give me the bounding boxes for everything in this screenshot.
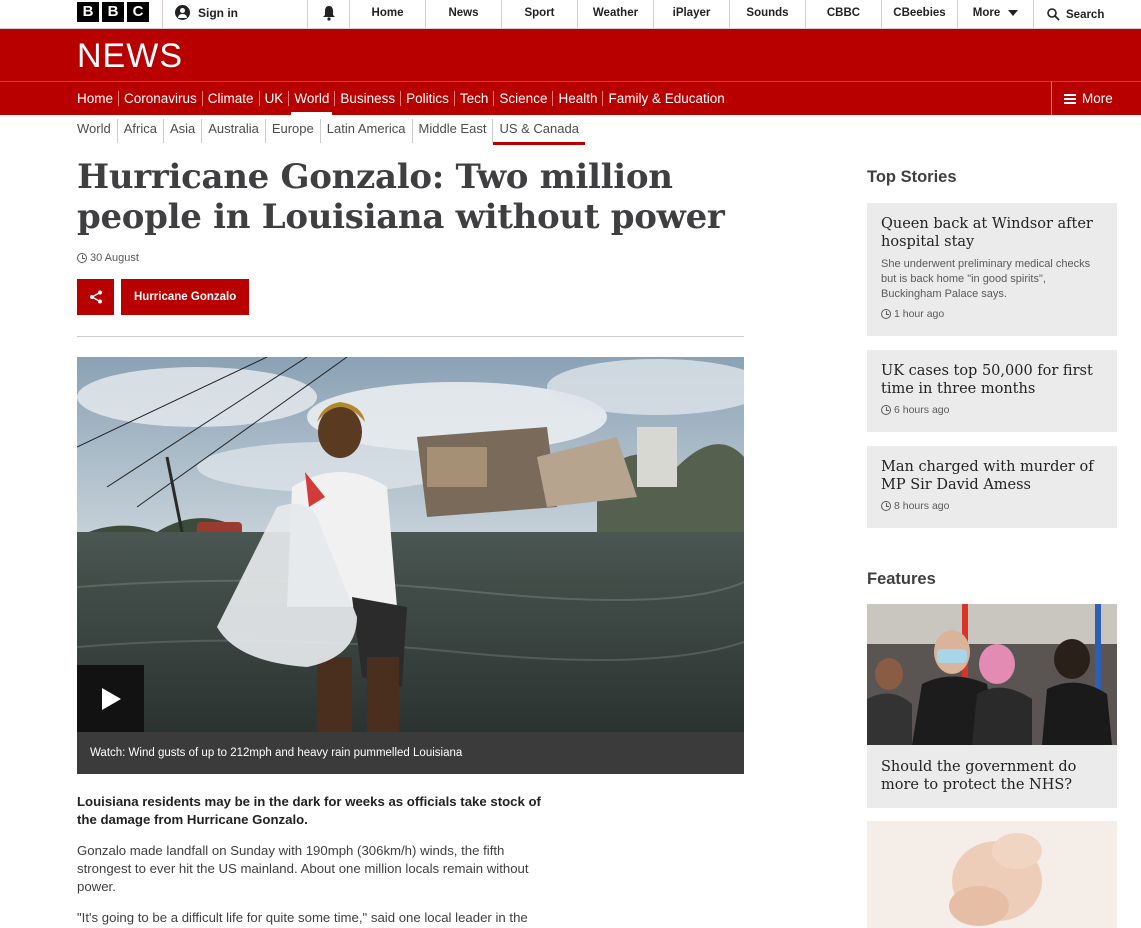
clock-icon <box>881 309 891 319</box>
mainnav-science[interactable]: Science <box>493 91 552 106</box>
mainnav-uk[interactable]: UK <box>258 91 289 106</box>
feature-image <box>867 604 1117 745</box>
subnav-asia[interactable]: Asia <box>162 119 201 143</box>
topnav-cbeebies[interactable]: CBeebies <box>882 0 957 29</box>
story-timestamp: 6 hours ago <box>881 404 1103 416</box>
story-title[interactable]: Queen back at Windsor after hospital sta… <box>881 215 1103 251</box>
bbc-logo-letter: B <box>102 2 124 22</box>
top-story-card[interactable]: UK cases top 50,000 for first time in th… <box>867 350 1117 432</box>
video-thumbnail-image <box>77 357 744 732</box>
topnav-news[interactable]: News <box>426 0 501 29</box>
article-intro: Louisiana residents may be in the dark f… <box>77 794 541 827</box>
subnav-middle-east[interactable]: Middle East <box>411 119 493 143</box>
video-caption: Watch: Wind gusts of up to 212mph and he… <box>77 732 744 774</box>
mainnav-tech[interactable]: Tech <box>453 91 494 106</box>
subnav-world[interactable]: World <box>77 119 117 143</box>
signin-link[interactable]: Sign in <box>175 5 238 20</box>
subnav-australia[interactable]: Australia <box>201 119 265 143</box>
user-icon <box>175 5 190 20</box>
story-time-text: 8 hours ago <box>894 500 950 512</box>
chevron-down-icon <box>1008 9 1019 16</box>
topnav-more-label: More <box>972 7 1001 19</box>
mainnav-politics[interactable]: Politics <box>400 91 454 106</box>
feature-image <box>867 821 1117 928</box>
story-title[interactable]: UK cases top 50,000 for first time in th… <box>881 362 1103 398</box>
story-time-text: 6 hours ago <box>894 404 950 416</box>
mainnav-health[interactable]: Health <box>552 91 602 106</box>
topnav-more[interactable]: More <box>958 0 1033 29</box>
divider <box>162 0 163 29</box>
clock-icon <box>77 253 87 263</box>
story-timestamp: 8 hours ago <box>881 500 1103 512</box>
story-time-text: 1 hour ago <box>894 308 945 320</box>
article-date: 30 August <box>77 252 139 264</box>
story-timestamp: 1 hour ago <box>881 308 1103 320</box>
bbc-logo-letter: C <box>127 2 149 22</box>
topnav-home[interactable]: Home <box>350 0 425 29</box>
top-stories-heading: Top Stories <box>867 168 957 186</box>
search-link[interactable]: Search <box>1047 0 1104 29</box>
notifications-bell-icon[interactable] <box>322 5 336 21</box>
article-paragraph: "It's going to be a difficult life for q… <box>77 910 528 925</box>
video-player[interactable]: Watch: Wind gusts of up to 212mph and he… <box>77 357 744 774</box>
main-nav: Home Coronavirus Climate UK World Busine… <box>77 82 730 115</box>
topnav-weather[interactable]: Weather <box>578 0 653 29</box>
clock-icon <box>881 501 891 511</box>
bbc-logo[interactable]: B B C <box>77 2 149 22</box>
hamburger-icon <box>1064 93 1076 104</box>
bbc-logo-letter: B <box>77 2 99 22</box>
topnav-sounds[interactable]: Sounds <box>730 0 805 29</box>
divider <box>307 0 308 29</box>
topnav-cbbc[interactable]: CBBC <box>806 0 881 29</box>
news-logo[interactable]: NEWS <box>77 37 183 76</box>
mainnav-world[interactable]: World <box>288 91 334 115</box>
news-header: NEWS Home Coronavirus Climate UK World B… <box>0 29 1141 115</box>
clock-icon <box>881 405 891 415</box>
subnav-us-canada[interactable]: US & Canada <box>492 119 585 145</box>
mainnav-business[interactable]: Business <box>334 91 400 106</box>
feature-card[interactable]: Should the government do more to protect… <box>867 604 1117 808</box>
sub-nav: World Africa Asia Australia Europe Latin… <box>77 119 585 145</box>
top-story-card[interactable]: Queen back at Windsor after hospital sta… <box>867 203 1117 336</box>
article-date-text: 30 August <box>90 252 139 264</box>
mainnav-family-education[interactable]: Family & Education <box>602 91 729 106</box>
features-heading: Features <box>867 570 936 588</box>
subnav-europe[interactable]: Europe <box>264 119 320 143</box>
subnav-africa[interactable]: Africa <box>116 119 163 143</box>
article-headline: Hurricane Gonzalo: Two million people in… <box>77 157 725 237</box>
top-story-card[interactable]: Man charged with murder of MP Sir David … <box>867 446 1117 528</box>
mainnav-coronavirus[interactable]: Coronavirus <box>118 91 202 106</box>
topnav-iplayer[interactable]: iPlayer <box>654 0 729 29</box>
search-label: Search <box>1066 8 1105 21</box>
subnav-latin-america[interactable]: Latin America <box>319 119 412 143</box>
search-icon <box>1047 8 1060 21</box>
story-title[interactable]: Man charged with murder of MP Sir David … <box>881 458 1103 494</box>
play-button[interactable] <box>77 665 144 732</box>
feature-card[interactable] <box>867 821 1117 928</box>
mainnav-climate[interactable]: Climate <box>201 91 259 106</box>
signin-label: Sign in <box>198 5 238 20</box>
share-icon <box>89 290 102 304</box>
mainnav-more-button[interactable]: More <box>1051 82 1113 115</box>
story-summary: She underwent preliminary medical checks… <box>881 258 1091 300</box>
article-paragraph: Gonzalo made landfall on Sunday with 190… <box>77 843 529 894</box>
share-button[interactable] <box>77 279 114 315</box>
divider <box>1033 0 1034 29</box>
topic-tag-button[interactable]: Hurricane Gonzalo <box>121 279 250 315</box>
divider <box>77 336 744 337</box>
play-icon <box>101 687 121 710</box>
mainnav-home[interactable]: Home <box>77 91 118 106</box>
feature-title[interactable]: Should the government do more to protect… <box>867 745 1117 807</box>
topnav-sport[interactable]: Sport <box>502 0 577 29</box>
bbc-global-bar: B B C Sign in Home News Sport Weather iP… <box>0 0 1141 29</box>
mainnav-more-label: More <box>1082 91 1113 106</box>
